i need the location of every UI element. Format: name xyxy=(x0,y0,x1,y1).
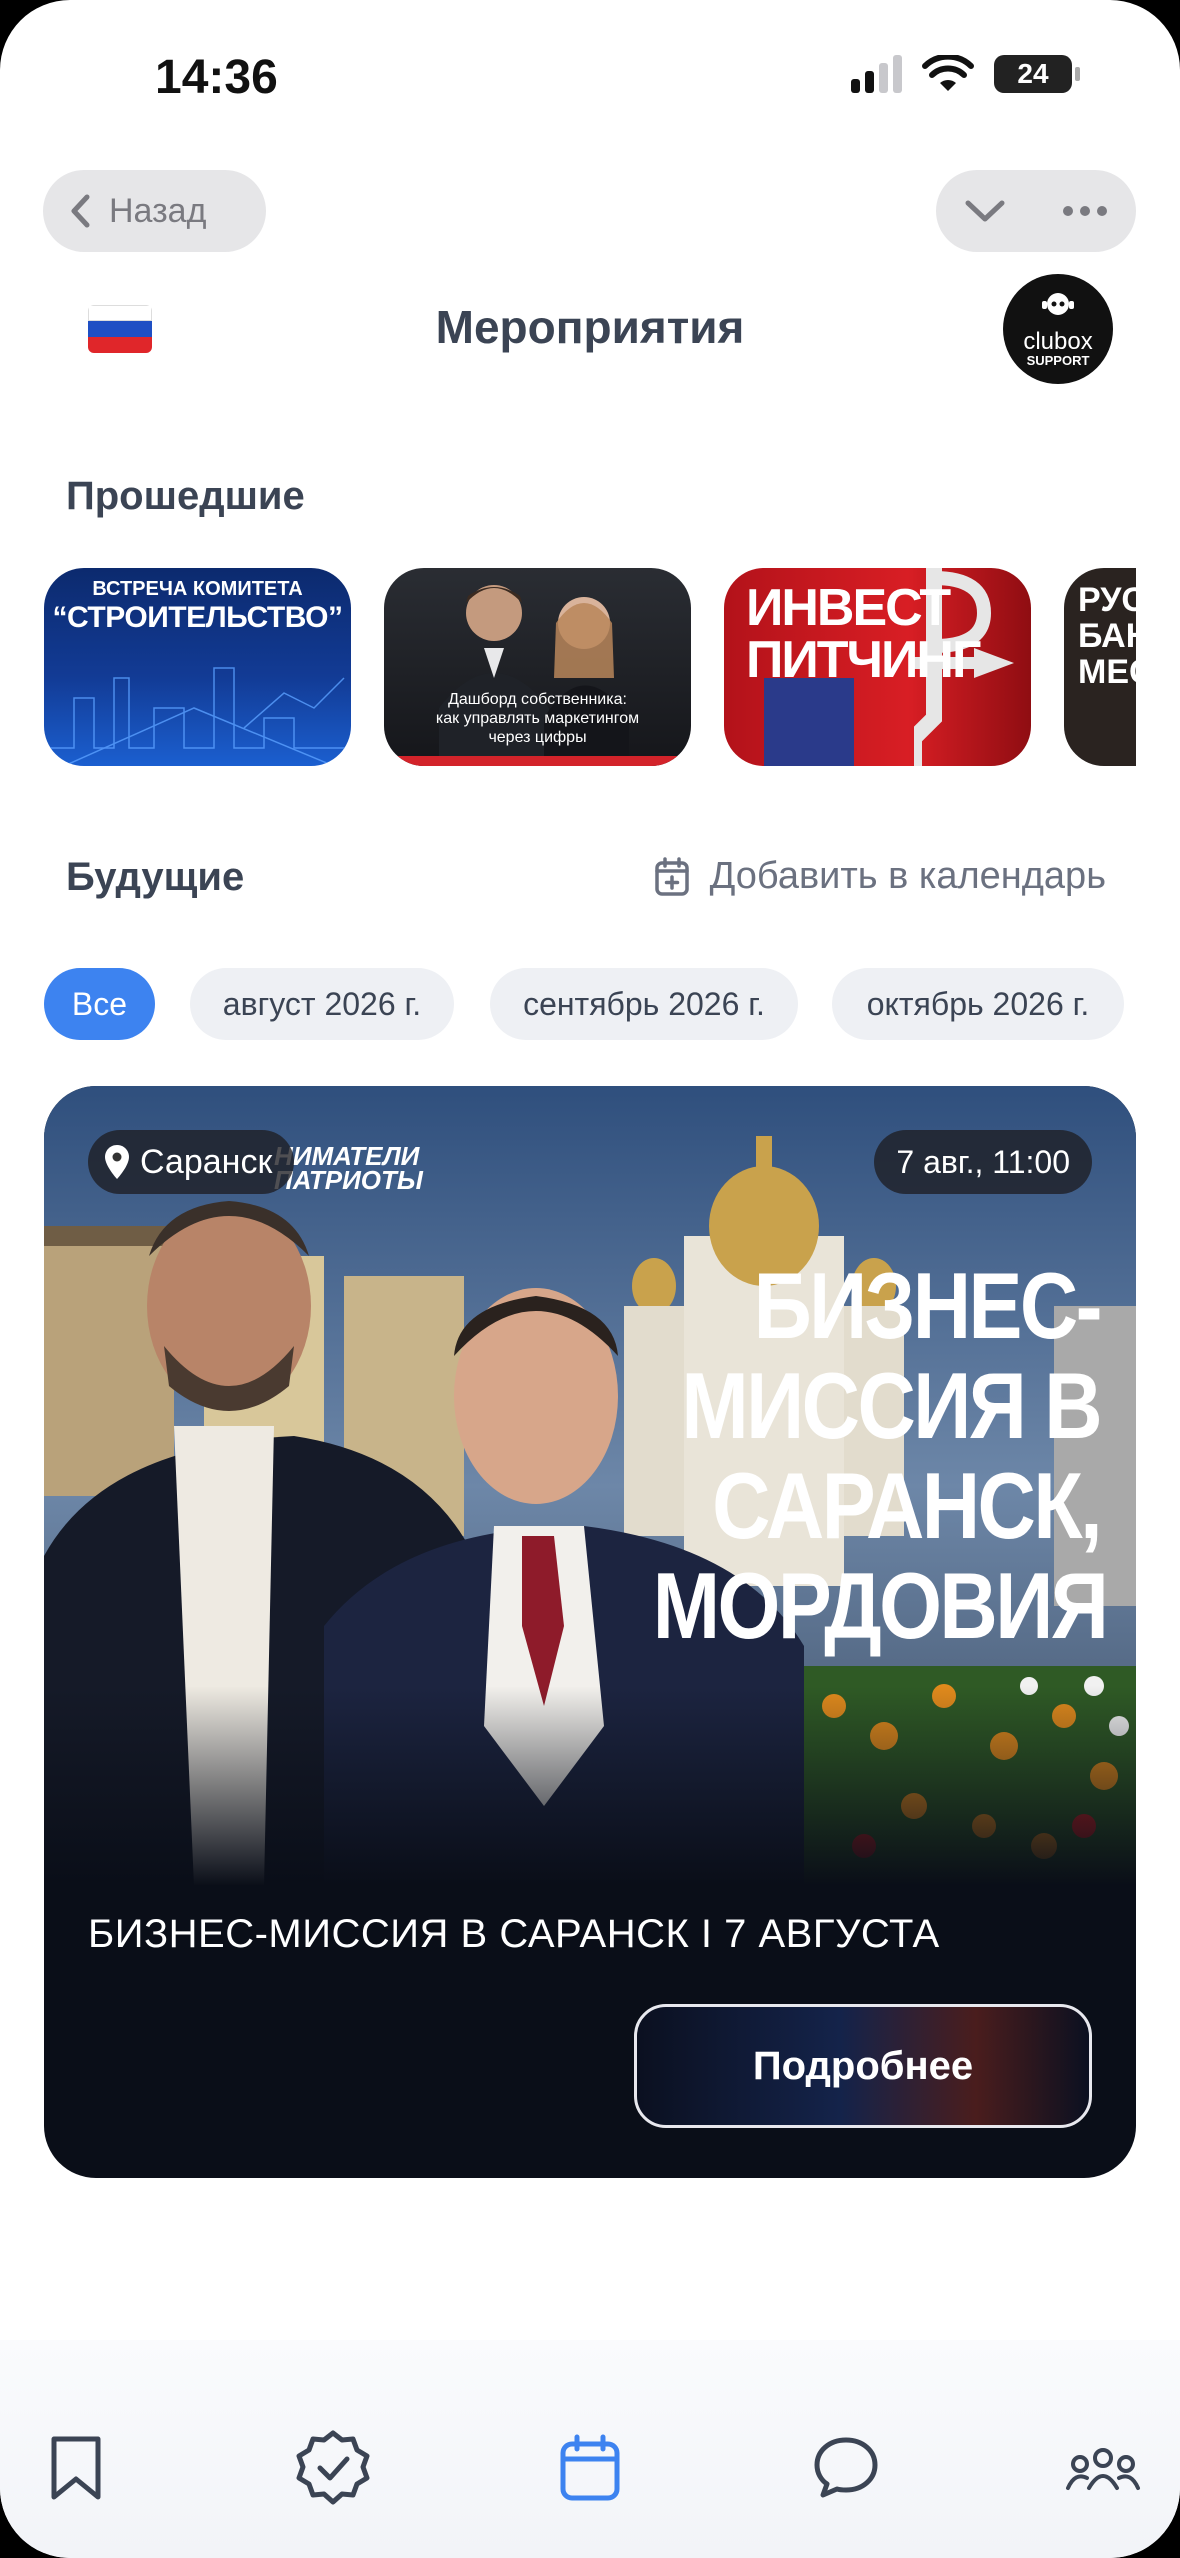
logo-sub: SUPPORT xyxy=(1026,353,1090,368)
card-line: МЕСТ xyxy=(1078,653,1136,691)
mini-app-menu xyxy=(936,170,1136,252)
clubox-support-logo[interactable]: clubox SUPPORT xyxy=(1003,274,1113,384)
card-line: ИНВЕСТ xyxy=(746,579,951,637)
tab-bookmarks[interactable] xyxy=(36,2428,116,2508)
past-event-card[interactable]: ВСТРЕЧА КОМИТЕТА “СТРОИТЕЛЬСТВО” xyxy=(44,568,351,766)
bookmark-icon xyxy=(51,2436,101,2500)
card-line: ВСТРЕЧА КОМИТЕТА xyxy=(92,578,303,600)
battery-indicator: 24 xyxy=(994,55,1080,93)
headline-line: БИЗНЕС- xyxy=(753,1253,1103,1358)
card-line: через цифры xyxy=(488,729,587,746)
verified-badge-icon xyxy=(296,2430,370,2505)
card-line: БАН xyxy=(1078,617,1136,655)
tab-chat[interactable] xyxy=(806,2428,886,2508)
more-icon[interactable] xyxy=(1062,205,1108,217)
back-button[interactable]: Назад xyxy=(43,170,266,252)
filter-chip-all[interactable]: Все xyxy=(44,968,155,1040)
city-skyline-graphic xyxy=(44,667,351,766)
signal-icon xyxy=(851,55,902,93)
people-icon xyxy=(1066,2448,1140,2490)
past-events-carousel[interactable]: ВСТРЕЧА КОМИТЕТА “СТРОИТЕЛЬСТВО” Дашборд… xyxy=(44,568,1136,768)
back-label: Назад xyxy=(109,191,207,230)
decor-block xyxy=(764,678,854,766)
tab-events[interactable] xyxy=(550,2428,630,2508)
tab-community[interactable] xyxy=(1063,2428,1143,2508)
add-to-calendar-label: Добавить в календарь xyxy=(709,855,1106,897)
headline-line: МОРДОВИЯ xyxy=(652,1553,1109,1658)
card-line: РУС xyxy=(1078,581,1136,619)
chevron-down-icon[interactable] xyxy=(965,199,1005,223)
tab-verified[interactable] xyxy=(293,2428,373,2508)
card-line: как управлять маркетингом xyxy=(435,710,640,727)
wifi-icon xyxy=(922,55,974,91)
chevron-left-icon xyxy=(71,194,90,228)
location-badge: Саранск xyxy=(88,1130,295,1194)
card-line: Дашборд собственника: xyxy=(448,691,627,708)
location-pin-icon xyxy=(105,1145,129,1179)
status-icons: 24 xyxy=(851,55,1080,93)
bottom-tab-bar xyxy=(0,2340,1180,2558)
location-label: Саранск xyxy=(140,1142,273,1181)
organizer-line: ПАТРИОТЫ xyxy=(274,1165,423,1195)
filter-chip-august[interactable]: август 2026 г. xyxy=(190,968,454,1040)
past-section-title: Прошедшие xyxy=(66,474,305,518)
card-footer-strip xyxy=(384,756,691,766)
card-line: ПИТЧИНГ xyxy=(746,631,981,689)
details-button[interactable]: Подробнее xyxy=(634,2004,1092,2128)
headline-line: МИССИЯ В xyxy=(681,1353,1102,1458)
status-time: 14:36 xyxy=(155,51,278,104)
card-line: “СТРОИТЕЛЬСТВО” xyxy=(52,601,343,634)
calendar-icon xyxy=(560,2434,620,2501)
cover-headline: БИЗНЕС- МИССИЯ В САРАНСК, МОРДОВИЯ xyxy=(652,1253,1109,1658)
past-event-card[interactable]: РУС БАН МЕСТ xyxy=(1064,568,1136,766)
organizer-logo-text: НИМАТЕЛИ ПАТРИОТЫ xyxy=(274,1143,423,1195)
filter-chip-september[interactable]: сентябрь 2026 г. xyxy=(490,968,798,1040)
past-event-card[interactable]: ИНВЕСТ ПИТЧИНГ xyxy=(724,568,1031,766)
event-title: БИЗНЕС-МИССИЯ В САРАНСК I 7 АВГУСТА xyxy=(88,1912,940,1956)
future-section-title: Будущие xyxy=(66,855,245,899)
chat-icon xyxy=(814,2437,878,2498)
headline-line: САРАНСК, xyxy=(712,1453,1102,1558)
add-to-calendar-button[interactable]: Добавить в календарь xyxy=(654,855,1106,898)
support-robot-icon xyxy=(1042,293,1074,315)
event-date-badge: 7 авг., 11:00 xyxy=(874,1130,1092,1194)
past-event-card[interactable]: Дашборд собственника: как управлять марк… xyxy=(384,568,691,766)
logo-word: clubox xyxy=(1023,328,1093,355)
event-card[interactable]: НИМАТЕЛИ ПАТРИОТЫ Саранск 7 авг., 11:00 … xyxy=(44,1086,1136,2178)
app-screen: 14:36 24 Назад Мероприятия clubox SUPPOR… xyxy=(0,0,1180,2558)
filter-chip-october[interactable]: октябрь 2026 г. xyxy=(832,968,1124,1040)
calendar-plus-icon xyxy=(654,856,689,896)
